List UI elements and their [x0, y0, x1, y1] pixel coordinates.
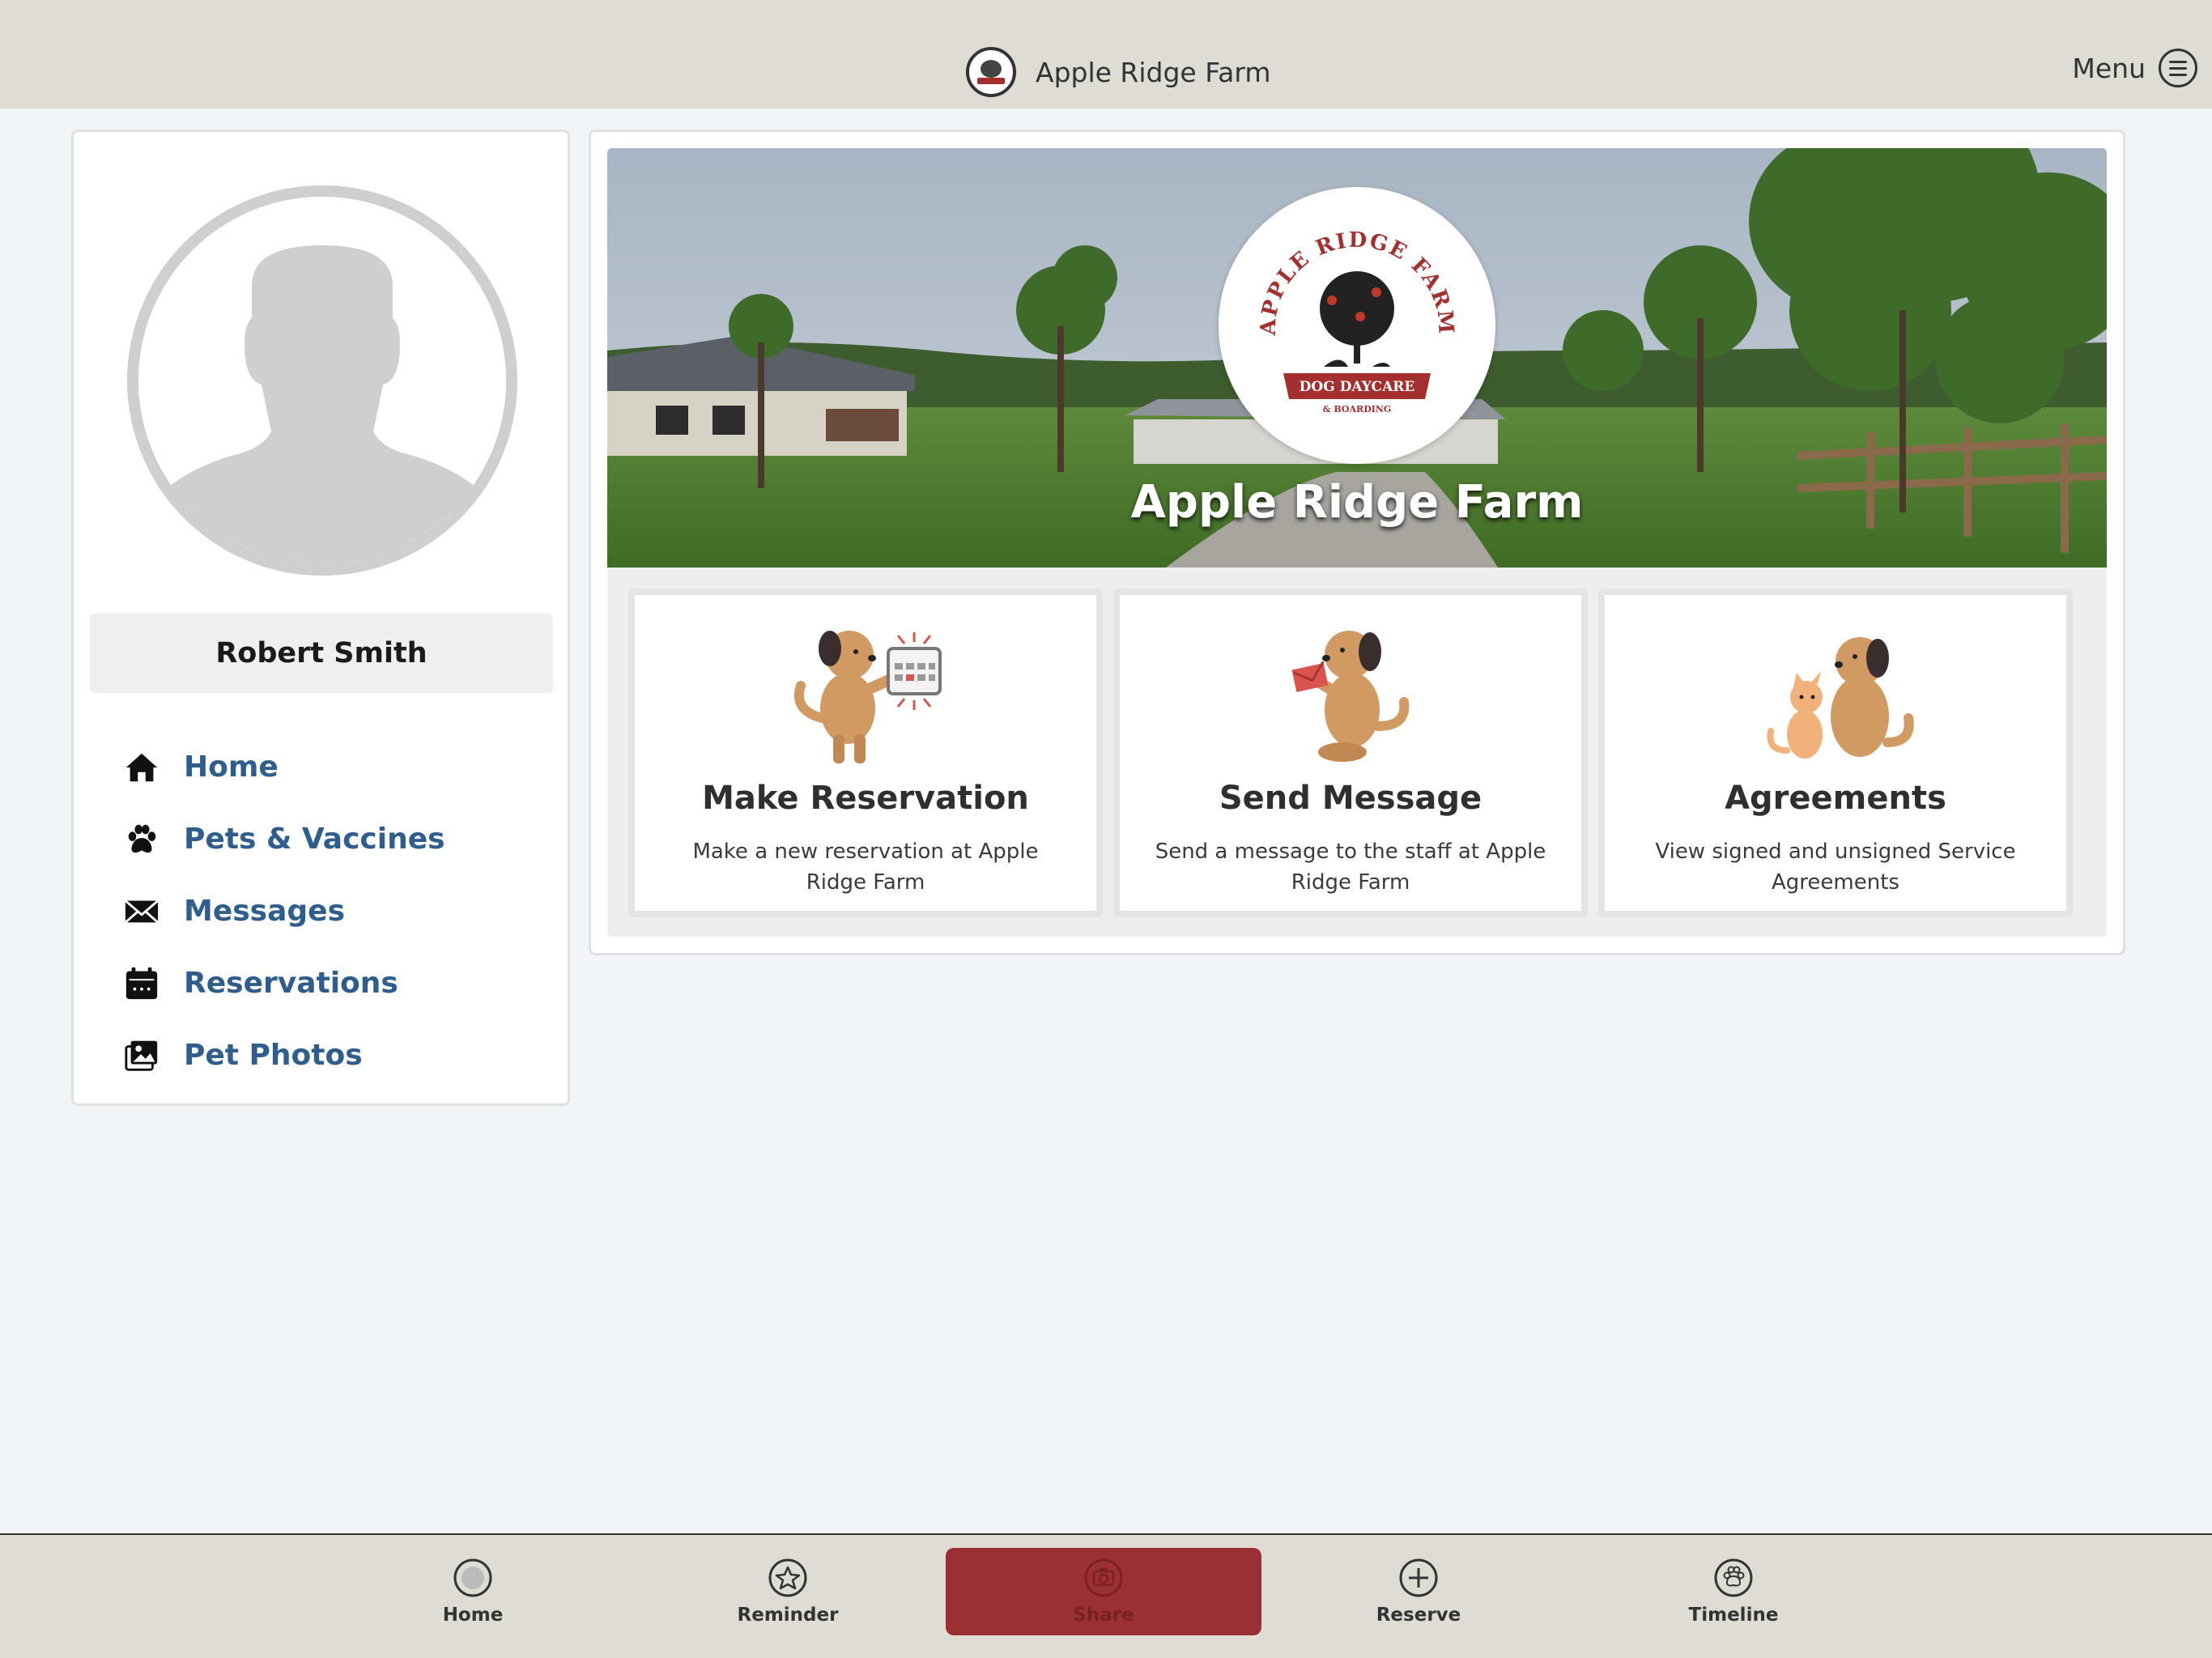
- sidebar-item-label: Home: [184, 750, 279, 784]
- avatar[interactable]: [127, 185, 517, 576]
- envelope-icon: [122, 892, 161, 931]
- tab-label: Share: [1073, 1605, 1134, 1626]
- sidebar-item-home[interactable]: Home: [122, 731, 445, 803]
- tab-label: Home: [442, 1605, 504, 1626]
- sidebar-item-pets-vaccines[interactable]: Pets & Vaccines: [122, 803, 445, 875]
- dog-envelope-illustration: [1120, 613, 1581, 767]
- sidebar-item-label: Pets & Vaccines: [184, 823, 445, 856]
- menu-button[interactable]: Menu: [2072, 49, 2197, 87]
- profile-name: Robert Smith: [90, 614, 553, 693]
- sidebar-item-messages[interactable]: Messages: [122, 875, 445, 947]
- tab-reminder[interactable]: Reminder: [630, 1548, 946, 1635]
- calendar-icon: [122, 964, 161, 1003]
- action-title: Make Reservation: [702, 780, 1029, 817]
- action-description: Send a message to the staff at Apple Rid…: [1155, 840, 1546, 895]
- farm-logo: APPLE RIDGE FARM DOG DAYCARE & BOARDING: [1219, 187, 1495, 464]
- send-message-card[interactable]: Send Message Send a message to the staff…: [1113, 589, 1588, 917]
- sidebar-item-label: Pet Photos: [184, 1039, 363, 1072]
- bottom-tab-bar: Home Reminder Share Reserve Timeline: [0, 1533, 2212, 1658]
- paw-circle-icon: [1714, 1558, 1753, 1597]
- app-title: Apple Ridge Farm: [1036, 56, 1271, 88]
- tab-timeline[interactable]: Timeline: [1576, 1548, 1891, 1635]
- make-reservation-card[interactable]: Make Reservation Make a new reservation …: [628, 589, 1103, 917]
- sidebar-nav: Home Pets & Vaccines Messages Reservatio…: [122, 731, 445, 1091]
- camera-circle-icon: [1084, 1558, 1123, 1597]
- dog-calendar-illustration: [635, 613, 1096, 767]
- brand-logo-icon: [966, 47, 1016, 97]
- tab-share[interactable]: Share: [946, 1548, 1261, 1635]
- brand[interactable]: Apple Ridge Farm: [966, 46, 1271, 98]
- svg-text:& BOARDING: & BOARDING: [1323, 404, 1392, 414]
- tab-label: Timeline: [1688, 1605, 1779, 1626]
- home-icon: [122, 748, 161, 787]
- hero-banner: APPLE RIDGE FARM DOG DAYCARE & BOARDING …: [607, 148, 2107, 568]
- agreements-card[interactable]: Agreements View signed and unsigned Serv…: [1598, 589, 2073, 917]
- menu-label: Menu: [2072, 52, 2146, 84]
- tab-home[interactable]: Home: [315, 1548, 631, 1635]
- svg-text:DOG DAYCARE: DOG DAYCARE: [1300, 379, 1415, 395]
- actions-well: Make Reservation Make a new reservation …: [607, 568, 2107, 937]
- sidebar-item-reservations[interactable]: Reservations: [122, 947, 445, 1019]
- sidebar-item-pet-photos[interactable]: Pet Photos: [122, 1019, 445, 1091]
- hero-title: Apple Ridge Farm: [1130, 476, 1584, 529]
- tab-reserve[interactable]: Reserve: [1261, 1548, 1576, 1635]
- hamburger-icon: [2159, 49, 2197, 87]
- tab-label: Reminder: [737, 1605, 839, 1626]
- action-title: Agreements: [1725, 780, 1946, 817]
- sidebar-item-label: Messages: [184, 895, 346, 928]
- action-description: Make a new reservation at Apple Ridge Fa…: [692, 840, 1039, 895]
- photos-icon: [122, 1036, 161, 1075]
- main-panel: APPLE RIDGE FARM DOG DAYCARE & BOARDING …: [589, 130, 2125, 955]
- sidebar-item-label: Reservations: [184, 967, 398, 1000]
- star-circle-icon: [768, 1558, 807, 1597]
- action-title: Send Message: [1219, 780, 1482, 817]
- dog-and-cat-illustration: [1605, 613, 2066, 767]
- profile-card: Robert Smith Home Pets & Vaccines Messag…: [71, 130, 570, 1106]
- top-bar: Apple Ridge Farm Menu: [0, 0, 2212, 108]
- paw-icon: [122, 820, 161, 859]
- plus-circle-icon: [1399, 1558, 1438, 1597]
- action-description: View signed and unsigned Service Agreeme…: [1655, 840, 2016, 895]
- home-circle-icon: [453, 1558, 492, 1597]
- tab-label: Reserve: [1376, 1605, 1461, 1626]
- user-silhouette-icon: [138, 197, 506, 564]
